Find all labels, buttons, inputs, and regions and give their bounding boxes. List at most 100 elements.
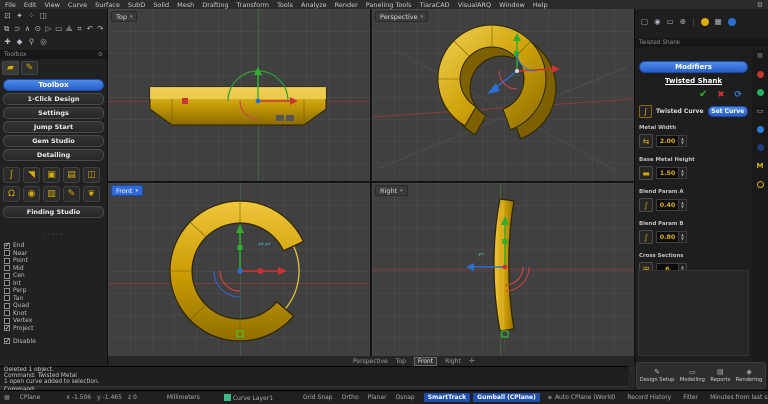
blend-param-b-input[interactable]: 0.80 — [656, 231, 679, 243]
hatch-tool-icon[interactable]: ⌗ — [76, 24, 83, 33]
material-red-icon[interactable] — [757, 71, 764, 78]
menu-mesh[interactable]: Mesh — [177, 1, 194, 9]
checkbox[interactable] — [4, 303, 10, 309]
toolbox-header-button[interactable]: Toolbox — [3, 79, 104, 91]
osnap-option-end[interactable]: End — [4, 242, 103, 249]
material-green-icon[interactable] — [757, 89, 764, 96]
redo-icon[interactable]: ↷ — [97, 24, 104, 33]
osnap-option-tan[interactable]: Tan — [4, 295, 103, 302]
osnap-option-perp[interactable]: Perp — [4, 287, 103, 294]
panel-drag-handle[interactable]: ····· — [0, 232, 107, 239]
checkbox[interactable] — [4, 325, 10, 331]
osnap-option-project[interactable]: Project — [4, 325, 103, 332]
triangle-tool-icon[interactable]: ▷ — [45, 24, 52, 33]
material-blue-icon[interactable] — [757, 126, 764, 133]
panel-splitter[interactable]: ⋮ — [628, 366, 635, 390]
gem-tool-icon[interactable]: ◆ — [15, 37, 24, 46]
toolbox-panel-titlebar[interactable]: Toolbox ⚙ — [0, 50, 107, 59]
gold-bar-icon[interactable]: ◥ — [23, 167, 40, 183]
menu-help[interactable]: Help — [533, 1, 548, 9]
checkbox[interactable] — [4, 295, 10, 301]
osnap-option-vertex[interactable]: Vertex — [4, 317, 103, 324]
zoom-icon[interactable]: ⊕ — [680, 17, 686, 26]
shank-model-top[interactable] — [150, 87, 326, 125]
blend-param-a-input[interactable]: 0.40 — [656, 199, 679, 211]
ring-icon[interactable] — [757, 181, 764, 188]
viewport-label-right[interactable]: Right▾ — [375, 185, 408, 196]
menu-render[interactable]: Render — [335, 1, 358, 9]
menu-edit[interactable]: Edit — [24, 1, 37, 9]
checkbox[interactable] — [4, 250, 10, 256]
undo-icon[interactable]: ↶ — [86, 24, 93, 33]
gold-material-icon[interactable] — [701, 18, 709, 26]
active-layer[interactable]: Curve Layer1 — [224, 394, 273, 402]
osnap-option-cen[interactable]: Cen — [4, 272, 103, 279]
panel-gear-icon[interactable]: ⚙ — [98, 51, 103, 58]
osnap-option-knot[interactable]: Knot — [4, 310, 103, 317]
pen-tab-icon[interactable]: ✎ — [21, 61, 38, 75]
cplane-button[interactable]: CPlane — [20, 394, 41, 401]
viewport-perspective[interactable]: Perspective▾ — [372, 9, 634, 181]
blue-material-icon[interactable] — [728, 18, 736, 26]
set-curve-button[interactable]: Set Curve — [708, 106, 748, 117]
menu-visualarq[interactable]: VisualARQ — [458, 1, 491, 9]
menu-tiaracad[interactable]: TiaraCAD — [419, 1, 449, 9]
checkbox[interactable] — [4, 273, 10, 279]
shaded-icon[interactable]: ◉ — [654, 17, 661, 26]
engrave-pen-icon[interactable]: ✎ — [63, 186, 80, 202]
spinner[interactable]: ▲▼ — [679, 135, 687, 147]
circle-tool-icon[interactable]: ⊙ — [34, 24, 41, 33]
gumball-menu-icon[interactable] — [276, 115, 284, 121]
spinner[interactable]: ▲▼ — [679, 199, 687, 211]
osnap-option-point[interactable]: Point — [4, 257, 103, 264]
checkbox[interactable] — [4, 288, 10, 294]
reset-icon[interactable]: ⟳ — [734, 90, 742, 100]
gem-studio-button[interactable]: Gem Studio — [3, 135, 104, 147]
settings-button[interactable]: Settings — [3, 107, 104, 119]
viewport-front[interactable]: ⌐⌐ Front▾ — [108, 183, 370, 356]
modelling-tab[interactable]: ▭Modelling — [680, 369, 705, 383]
polyline-tool-icon[interactable]: ∧ — [24, 24, 31, 33]
rail-curve[interactable] — [285, 246, 299, 309]
metal-width-input[interactable]: 2.00 — [656, 135, 679, 147]
reports-tab[interactable]: ▤Reports — [710, 369, 730, 383]
menu-drafting[interactable]: Drafting — [202, 1, 228, 9]
menu-view[interactable]: View — [44, 1, 59, 9]
matrixgold-icon[interactable]: M — [757, 162, 764, 170]
twisted-shank-panel-titlebar[interactable]: Twisted Shank — [635, 38, 768, 47]
box-tool-icon[interactable]: ▭ — [55, 24, 62, 33]
spinner[interactable]: ▲▼ — [679, 231, 687, 243]
ladder-ring-icon[interactable]: ▤ — [63, 167, 80, 183]
cone-tool-icon[interactable]: ⟁ — [65, 24, 72, 33]
design-setup-tab[interactable]: ✎Design Setup — [640, 369, 675, 383]
gear-icon[interactable]: ⚙ — [757, 52, 763, 60]
checkbox[interactable] — [4, 258, 10, 264]
ortho-toggle[interactable]: Ortho — [342, 394, 359, 401]
record-history-toggle[interactable]: Record History — [627, 394, 671, 401]
move-tool-icon[interactable]: ✦ — [15, 11, 24, 20]
viewport-right[interactable]: ⌐ Right▾ — [372, 183, 634, 356]
shank-model-perspective[interactable] — [438, 25, 556, 139]
menu-transform[interactable]: Transform — [237, 1, 269, 9]
ring-tool-icon[interactable]: ◎ — [39, 37, 48, 46]
tab-perspective[interactable]: Perspective — [353, 358, 388, 365]
gold-bar-tab-icon[interactable]: ▰ — [2, 61, 19, 75]
viewport-label-top[interactable]: Top▾ — [111, 11, 137, 22]
osnap-option-quad[interactable]: Quad — [4, 302, 103, 309]
gumball-scale-handle[interactable] — [182, 98, 188, 104]
menu-curve[interactable]: Curve — [68, 1, 87, 9]
wireframe-icon[interactable]: ▢ — [641, 17, 648, 26]
probe-tool-icon[interactable]: ⚲ — [27, 37, 36, 46]
points-tool-icon[interactable]: ⁘ — [27, 11, 36, 20]
gumball-menu-icon[interactable] — [286, 115, 294, 121]
grid-display-icon[interactable]: ▦ — [715, 17, 722, 26]
osnap-option-mid[interactable]: Mid — [4, 265, 103, 272]
viewport-icon[interactable]: ▭ — [667, 17, 674, 26]
cancel-icon[interactable]: ✖ — [717, 90, 724, 100]
menu-analyze[interactable]: Analyze — [301, 1, 327, 9]
checkbox[interactable] — [4, 310, 10, 316]
osnap-disable[interactable]: Disable — [0, 335, 107, 348]
pendant-icon[interactable]: Ω — [3, 186, 20, 202]
rendering-tab[interactable]: ◈Rendering — [736, 369, 763, 383]
signet-icon[interactable]: ▣ — [43, 167, 60, 183]
